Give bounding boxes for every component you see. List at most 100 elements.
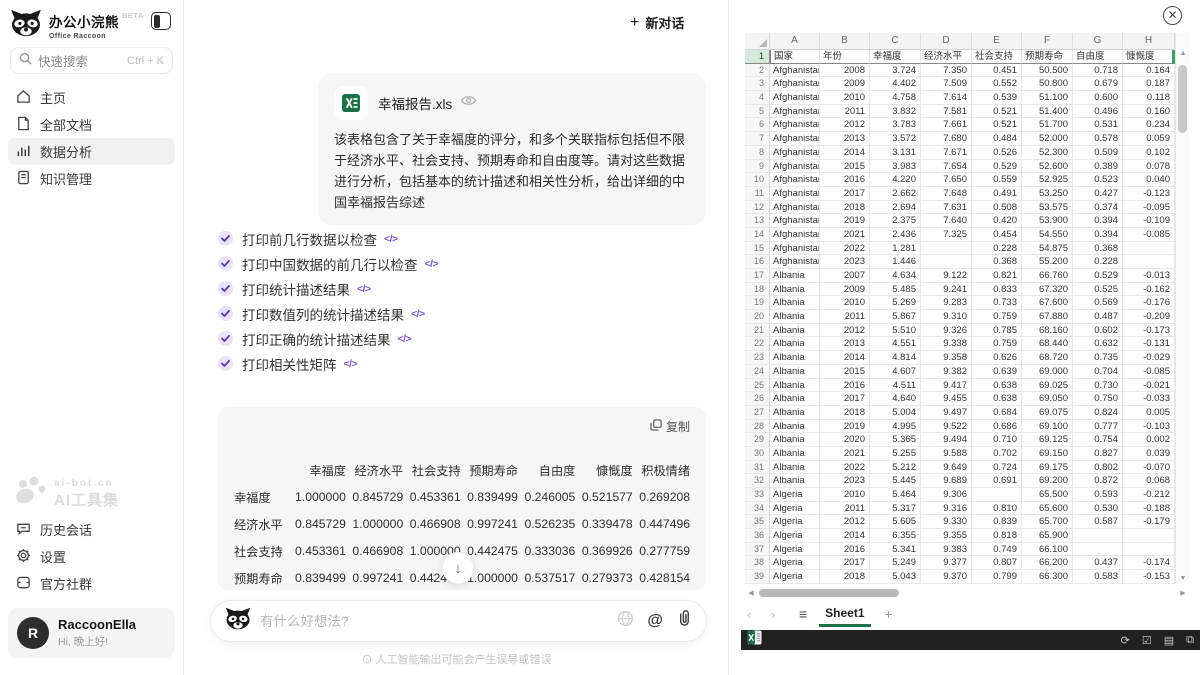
sheet-row-number[interactable]: 25 [745,379,770,393]
vertical-scroll-thumb[interactable] [1178,65,1187,133]
sheet-cell[interactable]: 5.867 [870,310,921,324]
sheet-cell[interactable]: 4.634 [870,269,921,283]
sheet-cell[interactable]: -0.085 [1123,365,1175,379]
sheet-cell[interactable]: Algeria [770,529,820,543]
sheet-cell[interactable]: -0.176 [1123,296,1175,310]
sheet-cell[interactable]: 54.875 [1022,242,1073,256]
sheet-cell[interactable]: 3.572 [870,132,921,146]
close-panel-icon[interactable]: ✕ [1163,6,1182,25]
sheet-cell[interactable]: 0.632 [1073,337,1123,351]
scroll-right-arrow[interactable]: ▶ [1177,589,1189,597]
sheet-cell[interactable]: 7.614 [921,91,972,105]
sheet-cell[interactable]: Albania [770,310,820,324]
sheet-cell[interactable]: 66.100 [1022,543,1073,557]
sheet-cell[interactable]: 2007 [820,269,870,283]
sheet-cell[interactable] [972,488,1022,502]
sheet-cell[interactable]: 2016 [820,173,870,187]
scroll-left-arrow[interactable]: ◀ [745,589,757,597]
sheet-cell[interactable]: 0.807 [972,556,1022,570]
sheet-cell[interactable]: 5.255 [870,447,921,461]
sheet-cell[interactable]: 0.496 [1073,105,1123,119]
sheet-cell[interactable]: 0.552 [972,77,1022,91]
sidebar-item-settings[interactable]: 设置 [8,543,175,570]
next-sheet-icon[interactable]: › [771,607,795,622]
sheet-cell[interactable]: 2014 [820,351,870,365]
sheet-row-number[interactable]: 8 [745,146,770,160]
sheet-cell[interactable]: -0.085 [1123,228,1175,242]
sheet-cell[interactable]: 51.700 [1022,118,1073,132]
sheet-cell[interactable]: 5.445 [870,474,921,488]
sheet-cell[interactable]: 65.900 [1022,529,1073,543]
sheet-cell[interactable]: 0.526 [972,146,1022,160]
sheet-cell[interactable]: 2012 [820,118,870,132]
sheet-cell[interactable]: 9.649 [921,461,972,475]
sheet-cell[interactable]: 2014 [820,529,870,543]
sheet-cell[interactable]: 4.995 [870,420,921,434]
sheet-cell[interactable]: 0.686 [972,420,1022,434]
new-chat-button[interactable]: + 新对话 [630,13,684,32]
sheet-cell[interactable] [1123,255,1175,269]
sheet-cell[interactable]: 5.269 [870,296,921,310]
sheet-cell[interactable]: 2013 [820,337,870,351]
sheet-cell[interactable]: 0.735 [1073,351,1123,365]
sheet-cell[interactable]: 2017 [820,187,870,201]
sheet-cell[interactable] [921,242,972,256]
sheet-cell[interactable]: Albania [770,296,820,310]
sheet-column-header[interactable]: D [921,33,972,50]
sheet-cell[interactable]: Albania [770,447,820,461]
sheet-cell[interactable]: 0.394 [1073,228,1123,242]
sheet-cell[interactable]: 0.802 [1073,461,1123,475]
sheet-cell[interactable]: 0.118 [1123,91,1175,105]
globe-icon[interactable] [617,610,634,632]
sheet-cell[interactable]: 2.436 [870,228,921,242]
sheet-column-header[interactable]: G [1073,33,1123,50]
sheet-cell[interactable]: -0.153 [1123,570,1175,584]
sheet-cell[interactable]: 5.510 [870,324,921,338]
code-view-icon[interactable]: </> [398,333,412,345]
select-all-corner[interactable] [745,33,770,50]
sheet-cell[interactable]: 0.374 [1073,201,1123,215]
sheet-cell[interactable]: 0.718 [1073,64,1123,78]
sheet-cell[interactable]: 2009 [820,77,870,91]
sheet-cell[interactable]: 0.164 [1123,64,1175,78]
sheet-cell[interactable]: 0.005 [1123,406,1175,420]
sheet-cell[interactable]: 2016 [820,379,870,393]
sheet-cell[interactable]: 2010 [820,296,870,310]
sheet-row-number[interactable]: 15 [745,242,770,256]
sheet-row-number[interactable]: 16 [745,255,770,269]
sheet-cell[interactable]: Albania [770,283,820,297]
sheet-cell[interactable]: 68.720 [1022,351,1073,365]
sheet-cell[interactable]: 2021 [820,447,870,461]
sidebar-item-history[interactable]: 历史会话 [8,516,175,543]
refresh-doc-icon[interactable]: ⟳ [1121,634,1130,647]
sheet-row-number[interactable]: 31 [745,461,770,475]
sheet-cell[interactable]: 67.880 [1022,310,1073,324]
sheet-cell[interactable]: 5.485 [870,283,921,297]
sheet-cell[interactable]: 0.750 [1073,392,1123,406]
sheet-cell[interactable]: 6.355 [870,529,921,543]
sheet-cell[interactable]: 3.131 [870,146,921,160]
sheet-row-number[interactable]: 29 [745,433,770,447]
sheet-cell[interactable]: Algeria [770,570,820,584]
sheet-cell[interactable]: 7.640 [921,214,972,228]
sheet-cell[interactable]: 5.605 [870,515,921,529]
sheet-cell[interactable]: 1.446 [870,255,921,269]
sheet-cell[interactable]: 7.648 [921,187,972,201]
sheet-row-number[interactable]: 30 [745,447,770,461]
sheet-cell[interactable]: 65.600 [1022,502,1073,516]
sheet-cell[interactable]: 0.759 [972,310,1022,324]
sheet-cell[interactable]: 2015 [820,365,870,379]
sheet-cell[interactable]: 0.593 [1073,488,1123,502]
sheet-cell[interactable]: 4.511 [870,379,921,393]
sheet-cell[interactable]: 7.671 [921,146,972,160]
sheet-cell[interactable]: 2014 [820,146,870,160]
clipboard-check-icon[interactable]: ☑ [1142,634,1152,647]
sheet-cell[interactable]: -0.103 [1123,420,1175,434]
sheet-cell[interactable]: 0.583 [1073,570,1123,584]
sheet-cell[interactable]: 0.521 [972,105,1022,119]
code-view-icon[interactable]: </> [411,308,425,320]
sheet-cell[interactable]: 0.587 [1073,515,1123,529]
sheet-menu-icon[interactable]: ≡ [799,606,807,622]
sheet-cell[interactable]: Afghanistan [770,132,820,146]
sheet-cell[interactable]: 9.122 [921,269,972,283]
